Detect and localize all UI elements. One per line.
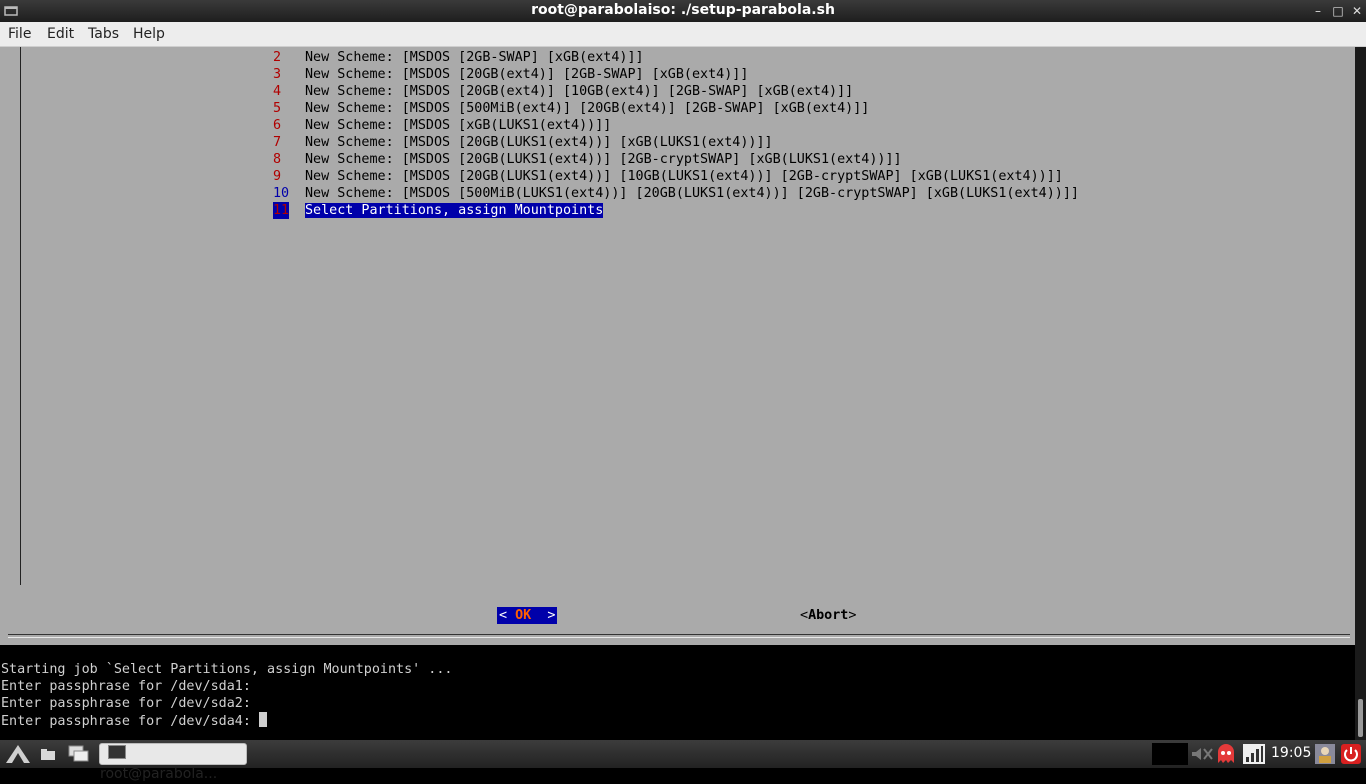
user-icon[interactable] bbox=[1314, 743, 1336, 765]
file-manager-icon[interactable] bbox=[40, 746, 58, 762]
terminal[interactable]: 2 New Scheme: [MSDOS [2GB-SWAP] [xGB(ext4… bbox=[0, 47, 1355, 740]
list-item[interactable]: 10 New Scheme: [MSDOS [500MiB(LUKS1(ext4)… bbox=[273, 185, 1079, 202]
dialog-button-bar: < OK > <Abort> bbox=[0, 585, 1355, 645]
volume-icon[interactable] bbox=[1190, 746, 1214, 762]
output-line: Enter passphrase for /dev/sda1: bbox=[1, 679, 251, 694]
start-menu-icon[interactable] bbox=[4, 743, 32, 765]
menu-edit[interactable]: Edit bbox=[47, 26, 74, 42]
menu-bar: File Edit Tabs Help bbox=[0, 22, 1366, 47]
list-item[interactable]: 7 New Scheme: [MSDOS [20GB(LUKS1(ext4))] … bbox=[273, 134, 773, 151]
scheme-list bbox=[20, 47, 1351, 586]
close-button[interactable]: ✕ bbox=[1349, 3, 1365, 19]
list-item[interactable]: 2 New Scheme: [MSDOS [2GB-SWAP] [xGB(ext4… bbox=[273, 49, 644, 66]
list-item[interactable]: 5 New Scheme: [MSDOS [500MiB(ext4)] [20GB… bbox=[273, 100, 869, 117]
list-item[interactable]: 9 New Scheme: [MSDOS [20GB(LUKS1(ext4))] … bbox=[273, 168, 1063, 185]
list-item[interactable]: 3 New Scheme: [MSDOS [20GB(ext4)] [2GB-SW… bbox=[273, 66, 748, 83]
dialog-separator-highlight bbox=[8, 637, 1350, 638]
partition-dialog: 2 New Scheme: [MSDOS [2GB-SWAP] [xGB(ext4… bbox=[0, 47, 1355, 645]
menu-help[interactable]: Help bbox=[133, 26, 165, 42]
taskbar-item-terminal[interactable]: root@parabola... bbox=[99, 743, 247, 782]
list-item[interactable]: 8 New Scheme: [MSDOS [20GB(LUKS1(ext4))] … bbox=[273, 151, 902, 168]
list-item[interactable]: 4 New Scheme: [MSDOS [20GB(ext4)] [10GB(e… bbox=[273, 83, 853, 100]
menu-file[interactable]: File bbox=[8, 26, 31, 42]
output-line: Enter passphrase for /dev/sda2: bbox=[1, 696, 251, 711]
menu-tabs[interactable]: Tabs bbox=[88, 26, 119, 42]
ok-button[interactable]: < OK > bbox=[497, 607, 558, 624]
list-item[interactable]: 6 New Scheme: [MSDOS [xGB(LUKS1(ext4))]] bbox=[273, 117, 611, 134]
terminal-scrollbar[interactable] bbox=[1355, 47, 1366, 740]
output-line: Starting job `Select Partitions, assign … bbox=[1, 662, 453, 677]
minimize-button[interactable]: – bbox=[1310, 3, 1326, 19]
list-item-selected[interactable]: 11 Select Partitions, assign Mountpoints bbox=[273, 202, 604, 219]
dialog-separator bbox=[8, 634, 1350, 635]
text-cursor bbox=[258, 712, 267, 727]
tray-blank bbox=[1152, 743, 1188, 765]
clock[interactable]: 19:05 bbox=[1271, 745, 1311, 761]
power-icon[interactable] bbox=[1340, 743, 1362, 765]
window-title: root@parabolaiso: ./setup-parabola.sh bbox=[531, 2, 835, 18]
maximize-button[interactable]: □ bbox=[1330, 3, 1346, 19]
network-signal-icon[interactable] bbox=[1242, 743, 1266, 765]
terminal-icon bbox=[108, 745, 126, 759]
window-titlebar: root@parabolaiso: ./setup-parabola.sh – … bbox=[0, 0, 1366, 22]
scrollbar-thumb[interactable] bbox=[1358, 699, 1363, 737]
show-desktop-icon[interactable] bbox=[68, 745, 90, 763]
prompt-line: Enter passphrase for /dev/sda4: bbox=[1, 712, 267, 729]
abort-button[interactable]: <Abort> bbox=[800, 607, 856, 624]
taskbar: root@parabola... 19:05 bbox=[0, 740, 1366, 782]
ghost-icon[interactable] bbox=[1215, 743, 1237, 765]
